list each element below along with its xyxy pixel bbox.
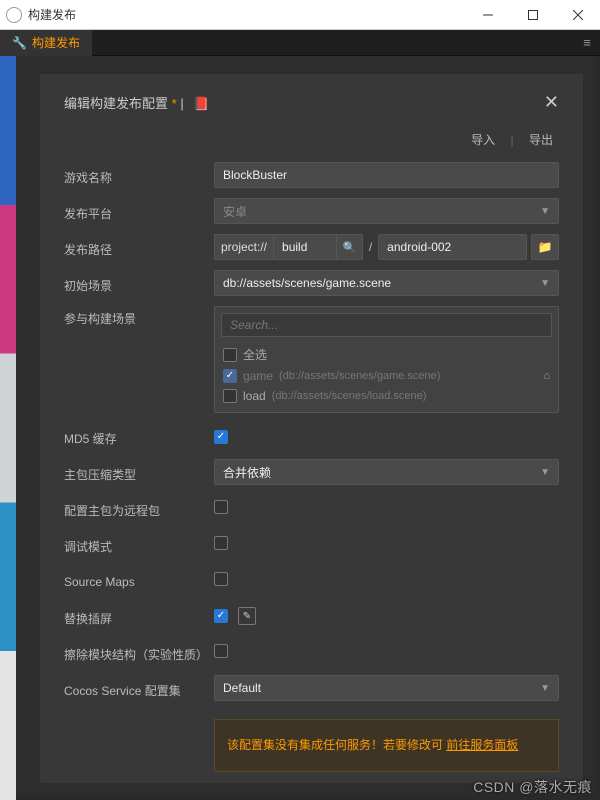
- app-icon: [6, 7, 22, 23]
- label-cocos-service: Cocos Service 配置集: [64, 678, 214, 699]
- folder-icon[interactable]: 📁: [531, 234, 559, 260]
- maximize-button[interactable]: [510, 0, 555, 30]
- docs-icon[interactable]: 📕: [193, 96, 209, 111]
- wrench-icon: 🔧: [12, 36, 27, 50]
- cocos-service-select[interactable]: Default▼: [214, 675, 559, 701]
- scenes-search-input[interactable]: [221, 313, 552, 337]
- window-titlebar: 构建发布: [0, 0, 600, 30]
- panel-title: 编辑构建发布配置 * | 📕: [64, 93, 210, 112]
- label-md5: MD5 缓存: [64, 426, 214, 447]
- md5-checkbox[interactable]: [214, 430, 228, 444]
- debug-checkbox[interactable]: [214, 536, 228, 550]
- remote-checkbox[interactable]: [214, 500, 228, 514]
- scene-load-checkbox[interactable]: [223, 389, 237, 403]
- chevron-down-icon: ▼: [540, 683, 550, 694]
- select-all-checkbox[interactable]: [223, 348, 237, 362]
- tab-label: 构建发布: [32, 34, 80, 51]
- source-maps-checkbox[interactable]: [214, 572, 228, 586]
- game-name-input[interactable]: [214, 162, 559, 188]
- label-source-maps: Source Maps: [64, 571, 214, 589]
- platform-select[interactable]: 安卓▼: [214, 198, 559, 224]
- scene-row-load[interactable]: load (db://assets/scenes/load.scene): [221, 386, 552, 406]
- splash-checkbox[interactable]: [214, 609, 228, 623]
- watermark: CSDN @落水无痕: [473, 777, 592, 797]
- warning-box: 该配置集没有集成任何服务！若要修改可 前往服务面板: [214, 719, 559, 772]
- decorative-strip: [0, 56, 16, 800]
- service-panel-link[interactable]: 前往服务面板: [446, 738, 518, 752]
- scene-row-game: game (db://assets/scenes/game.scene) ⌂: [221, 366, 552, 386]
- label-start-scene: 初始场景: [64, 273, 214, 294]
- label-splash: 替换插屏: [64, 606, 214, 627]
- main-compress-select[interactable]: 合并依赖▼: [214, 459, 559, 485]
- tab-build[interactable]: 🔧 构建发布: [0, 30, 92, 56]
- path-build-input[interactable]: [273, 234, 337, 260]
- minimize-button[interactable]: [465, 0, 510, 30]
- close-window-button[interactable]: [555, 0, 600, 30]
- label-remote: 配置主包为远程包: [64, 498, 214, 519]
- tab-bar: 🔧 构建发布 ≡: [0, 30, 600, 56]
- erase-checkbox[interactable]: [214, 644, 228, 658]
- scenes-box: 全选 game (db://assets/scenes/game.scene) …: [214, 306, 559, 413]
- edit-splash-icon[interactable]: ✎: [238, 607, 256, 625]
- chevron-down-icon: ▼: [540, 206, 550, 217]
- label-main-compress: 主包压缩类型: [64, 462, 214, 483]
- scene-game-checkbox: [223, 369, 237, 383]
- label-debug: 调试模式: [64, 534, 214, 555]
- start-scene-select[interactable]: db://assets/scenes/game.scene▼: [214, 270, 559, 296]
- label-path: 发布路径: [64, 237, 214, 258]
- window-title: 构建发布: [28, 6, 465, 23]
- label-scenes: 参与构建场景: [64, 306, 214, 327]
- home-icon[interactable]: ⌂: [543, 370, 550, 382]
- build-config-panel: 编辑构建发布配置 * | 📕 ✕ 导入 | 导出 游戏名称 发布平台 安卓▼ 发…: [40, 74, 583, 783]
- chevron-down-icon: ▼: [540, 467, 550, 478]
- import-link[interactable]: 导入: [471, 133, 495, 147]
- chevron-down-icon: ▼: [540, 278, 550, 289]
- label-game-name: 游戏名称: [64, 165, 214, 186]
- label-platform: 发布平台: [64, 201, 214, 222]
- path-config-input[interactable]: [378, 234, 527, 260]
- select-all-row[interactable]: 全选: [221, 343, 552, 366]
- export-link[interactable]: 导出: [529, 133, 553, 147]
- menu-icon[interactable]: ≡: [574, 30, 600, 56]
- search-path-icon[interactable]: 🔍: [337, 234, 363, 260]
- close-panel-button[interactable]: ✕: [544, 92, 559, 113]
- label-erase: 擦除模块结构（实验性质）: [64, 642, 214, 663]
- path-prefix: project://: [214, 234, 273, 260]
